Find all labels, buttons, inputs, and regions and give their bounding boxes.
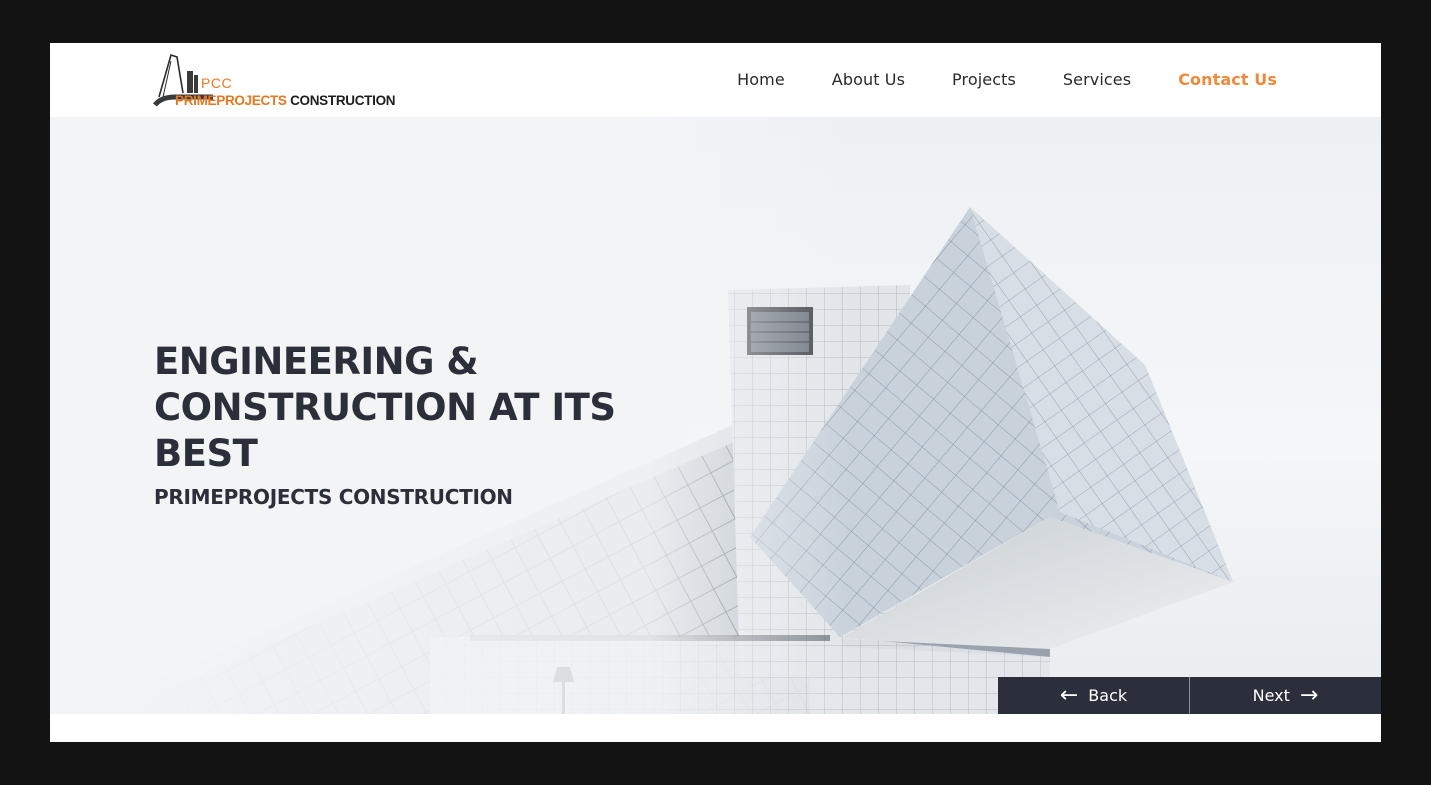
logo-wordmark: PRIMEPROJECTS CONSTRUCTION <box>175 93 396 108</box>
arrow-left-icon: ← <box>1059 682 1079 708</box>
nav-item-services[interactable]: Services <box>1063 70 1131 89</box>
back-label: Back <box>1088 686 1128 705</box>
nav-item-contact-us[interactable]: Contact Us <box>1178 70 1277 89</box>
bottom-strip <box>50 714 1381 742</box>
nav-item-projects[interactable]: Projects <box>952 70 1016 89</box>
nav-item-home[interactable]: Home <box>737 70 785 89</box>
slider-controls: ← Back Next → <box>998 677 1381 714</box>
page-frame: PCC PRIMEPROJECTS CONSTRUCTION Home Abou… <box>50 43 1381 742</box>
site-header: PCC PRIMEPROJECTS CONSTRUCTION Home Abou… <box>50 43 1381 117</box>
next-label: Next <box>1252 686 1290 705</box>
arrow-right-icon: → <box>1299 682 1319 708</box>
nav-item-about-us[interactable]: About Us <box>832 70 905 89</box>
logo-name-part1: PRIMEPROJECTS <box>175 93 287 108</box>
hero-text-block: ENGINEERING & CONSTRUCTION AT ITS BEST P… <box>154 339 714 509</box>
slider-next-button[interactable]: Next → <box>1189 677 1381 714</box>
hero-title: ENGINEERING & CONSTRUCTION AT ITS BEST <box>154 340 616 475</box>
logo-abbr: PCC <box>201 75 233 91</box>
hero-subtitle: PRIMEPROJECTS CONSTRUCTION <box>154 485 513 509</box>
slider-back-button[interactable]: ← Back <box>998 677 1189 714</box>
hero-section: ENGINEERING & CONSTRUCTION AT ITS BEST P… <box>50 117 1381 714</box>
main-nav: Home About Us Projects Services Contact … <box>690 70 1277 89</box>
site-logo[interactable]: PCC PRIMEPROJECTS CONSTRUCTION <box>153 53 403 111</box>
logo-name-part2: CONSTRUCTION <box>290 93 396 108</box>
